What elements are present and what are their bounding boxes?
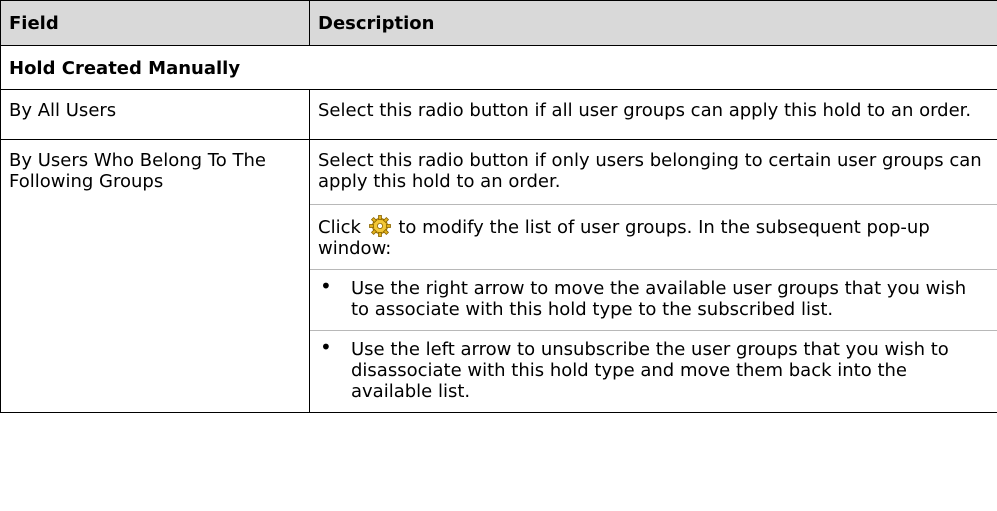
section-row: Hold Created Manually: [0, 45, 997, 90]
click-suffix: to modify the list of user groups. In th…: [318, 217, 930, 259]
bullet-icon: •: [320, 335, 332, 359]
gear-icon: [368, 215, 391, 237]
field-column-header: Field: [0, 0, 310, 46]
section-title: Hold Created Manually: [0, 45, 997, 90]
table-row: By All Users Select this radio button if…: [0, 89, 997, 140]
click-prefix: Click: [318, 217, 361, 238]
field-description: Select this radio button if only users b…: [309, 139, 997, 413]
description-text: Select this radio button if only users b…: [318, 150, 982, 192]
field-name: By Users Who Belong To The Following Gro…: [0, 139, 310, 413]
table-row: By Users Who Belong To The Following Gro…: [0, 139, 997, 413]
field-description: Select this radio button if all user gro…: [309, 89, 997, 140]
header-row: Field Description: [0, 0, 997, 46]
click-instruction: Click to modify the list of user groups.…: [310, 204, 997, 269]
instruction-list: • Use the right arrow to move the availa…: [310, 269, 997, 412]
description-column-header: Description: [309, 0, 997, 46]
field-description-table: Field Description Hold Created Manually …: [0, 0, 997, 413]
list-item: • Use the right arrow to move the availa…: [310, 269, 997, 330]
field-name: By All Users: [0, 89, 310, 140]
list-item-text: Use the right arrow to move the availabl…: [351, 278, 967, 320]
list-item-text: Use the left arrow to unsubscribe the us…: [351, 339, 949, 402]
list-item: • Use the left arrow to unsubscribe the …: [310, 330, 997, 412]
bullet-icon: •: [320, 274, 332, 298]
description-text: Select this radio button if all user gro…: [318, 100, 972, 121]
